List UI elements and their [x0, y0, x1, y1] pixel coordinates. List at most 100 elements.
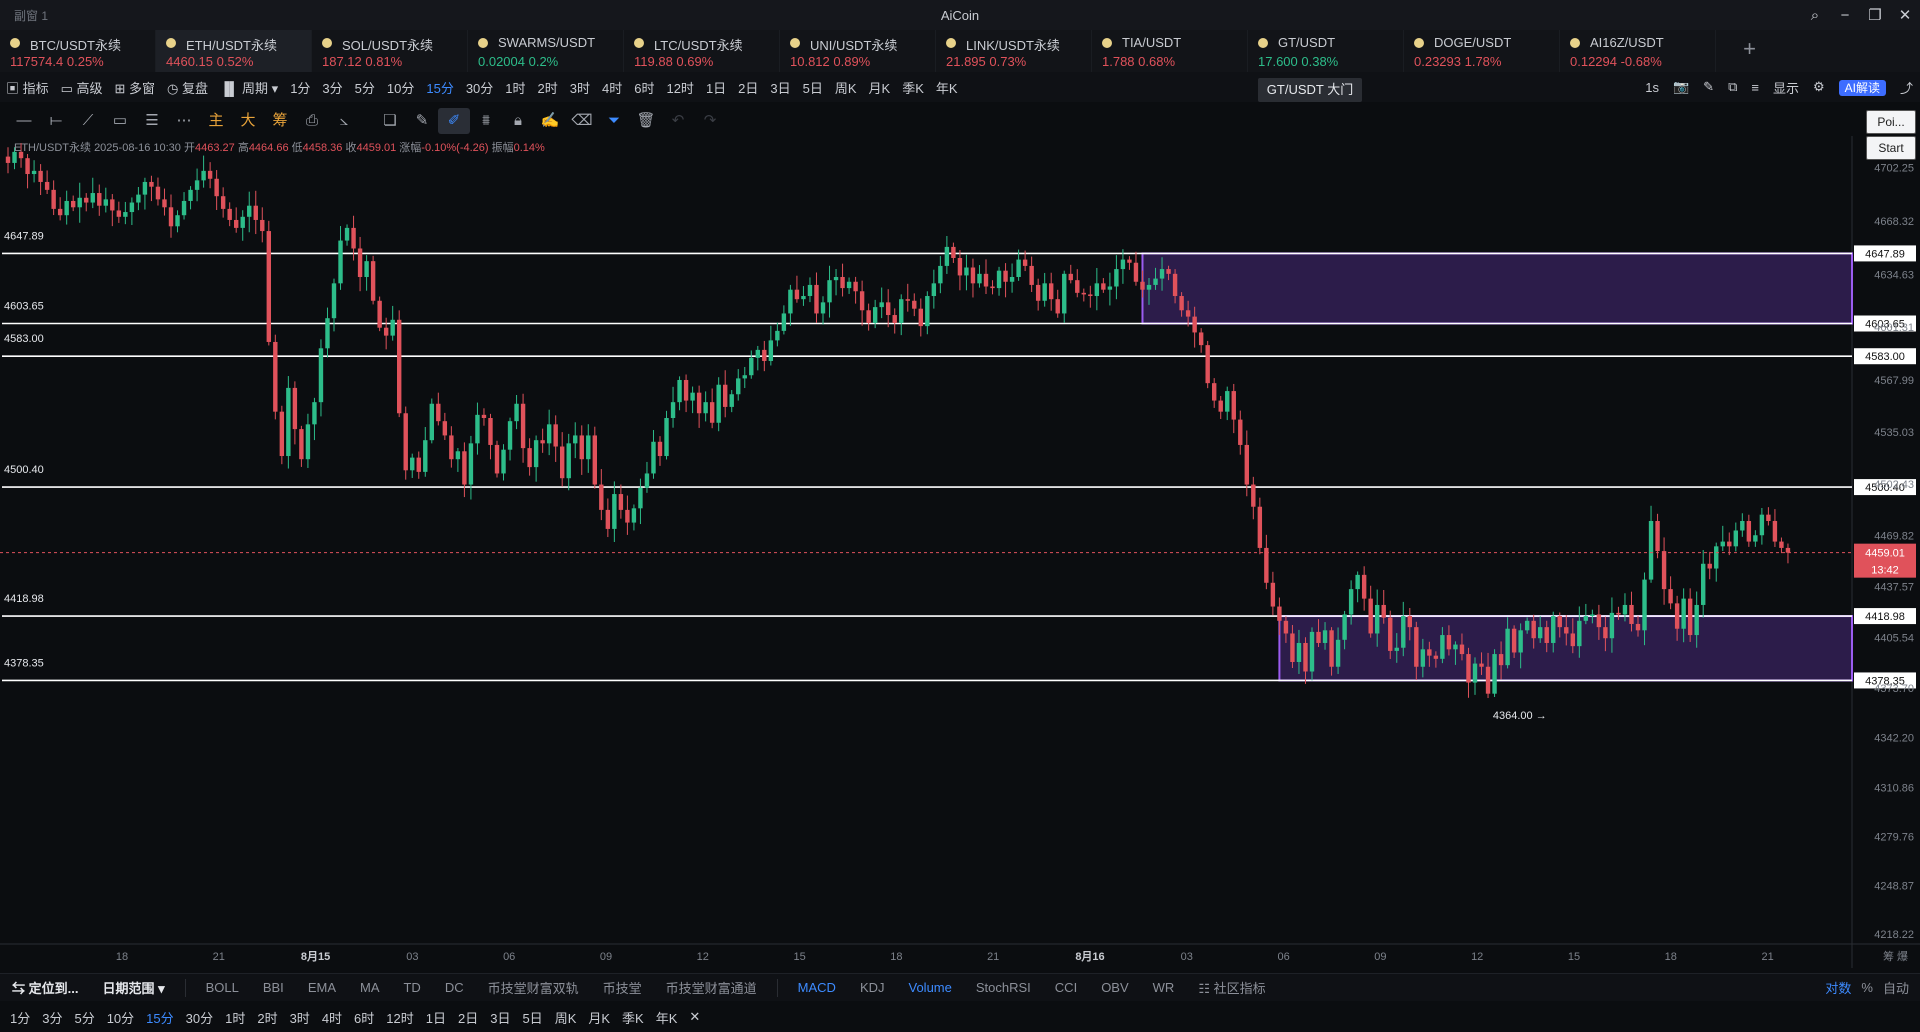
measure-icon[interactable]: ⦣: [328, 108, 360, 134]
multi-window-button[interactable]: ⊞ 多窗: [109, 78, 162, 97]
bottom-timeframe-10分[interactable]: 10分: [101, 1008, 140, 1027]
bottom-timeframe-3分[interactable]: 3分: [36, 1008, 68, 1027]
bottom-timeframe-季K[interactable]: 季K: [616, 1008, 650, 1027]
more-icon[interactable]: ⋯: [168, 108, 200, 134]
bottom-timeframe-3日[interactable]: 3日: [484, 1008, 516, 1027]
close-icon[interactable]: ✕: [1890, 6, 1920, 24]
timeframe-月K[interactable]: 月K: [863, 78, 897, 97]
indicator-币技堂财富通道[interactable]: 币技堂财富通道: [654, 978, 769, 997]
timeframe-10分[interactable]: 10分: [381, 78, 420, 97]
symbol-tab[interactable]: UNI/USDT永续 10.812 0.89%: [780, 30, 936, 72]
highlighter-icon[interactable]: ✐: [438, 108, 470, 134]
symbol-tab[interactable]: SOL/USDT永续 187.12 0.81%: [312, 30, 468, 72]
indicator-CCI[interactable]: CCI: [1043, 980, 1089, 995]
horizontal-line-icon[interactable]: —: [8, 108, 40, 134]
indicator-币技堂[interactable]: 币技堂: [591, 978, 654, 997]
date-range-button[interactable]: 日期范围 ▾: [90, 978, 176, 997]
scale-%[interactable]: %: [1856, 980, 1878, 995]
large-toggle[interactable]: 大: [232, 108, 264, 134]
bottom-timeframe-月K[interactable]: 月K: [582, 1008, 616, 1027]
compare-icon[interactable]: ⩩: [470, 108, 502, 134]
snapshot-icon[interactable]: ⎙: [296, 108, 328, 134]
symbol-tab[interactable]: LTC/USDT永续 119.88 0.69%: [624, 30, 780, 72]
ai-interpret-button[interactable]: AI解读: [1838, 79, 1886, 96]
redo-icon[interactable]: ↷: [694, 108, 726, 134]
copy-icon[interactable]: ❏: [374, 108, 406, 134]
ray-line-icon[interactable]: ⟝: [40, 108, 72, 134]
locate-button[interactable]: ⇆ 定位到...: [0, 978, 90, 997]
symbol-tab[interactable]: LINK/USDT永续 21.895 0.73%: [936, 30, 1092, 72]
ruler-icon[interactable]: ▭: [104, 108, 136, 134]
timeframe-1日[interactable]: 1日: [700, 78, 732, 97]
timeframe-2时[interactable]: 2时: [532, 78, 564, 97]
share-icon[interactable]: ⤴: [1893, 78, 1920, 97]
indicator-KDJ[interactable]: KDJ: [848, 980, 897, 995]
scale-自动[interactable]: 自动: [1878, 978, 1914, 997]
search-icon[interactable]: ⌕: [1800, 7, 1830, 24]
chip-toggle[interactable]: 筹: [264, 108, 296, 134]
symbol-tab[interactable]: GT/USDT 17.600 0.38%: [1248, 30, 1404, 72]
symbol-tab[interactable]: ETH/USDT永续 4460.15 0.52%: [156, 30, 312, 72]
indicator-BOLL[interactable]: BOLL: [194, 980, 251, 995]
symbol-tab[interactable]: SWARMS/USDT 0.02004 0.2%: [468, 30, 624, 72]
list-icon[interactable]: ≡: [1744, 80, 1766, 95]
indicator-币技堂财富双轨[interactable]: 币技堂财富双轨: [476, 978, 591, 997]
bottom-timeframe-5分[interactable]: 5分: [68, 1008, 100, 1027]
bottom-timeframe-2日[interactable]: 2日: [452, 1008, 484, 1027]
price-chart[interactable]: 4647.894647.894603.654603.654583.004583.…: [0, 136, 1920, 968]
add-tab-button[interactable]: +: [1743, 36, 1756, 62]
timeframe-1时[interactable]: 1时: [499, 78, 531, 97]
interval-1s[interactable]: 1s: [1638, 80, 1666, 95]
bottom-timeframe-15分[interactable]: 15分: [140, 1008, 179, 1027]
replay-button[interactable]: ◷ 复盘: [161, 78, 214, 97]
window-icon[interactable]: ⧉: [1721, 79, 1744, 95]
indicator-TD[interactable]: TD: [391, 980, 432, 995]
bottom-timeframe-5日[interactable]: 5日: [516, 1008, 548, 1027]
edit-icon[interactable]: ✍: [534, 108, 566, 134]
indicator-StochRSI[interactable]: StochRSI: [964, 980, 1043, 995]
timeframe-5分[interactable]: 5分: [349, 78, 381, 97]
minimize-icon[interactable]: −: [1830, 7, 1860, 24]
indicator-社区指标[interactable]: ☷ 社区指标: [1186, 978, 1277, 997]
eraser-icon[interactable]: ⌫: [566, 108, 598, 134]
bottom-timeframe-周K[interactable]: 周K: [549, 1008, 583, 1027]
symbol-tab[interactable]: AI16Z/USDT 0.12294 -0.68%: [1560, 30, 1716, 72]
timeframe-5日[interactable]: 5日: [797, 78, 829, 97]
timeframe-4时[interactable]: 4时: [596, 78, 628, 97]
symbol-tab[interactable]: BTC/USDT永续 117574.4 0.25%: [0, 30, 156, 72]
timeframe-6时[interactable]: 6时: [628, 78, 660, 97]
bottom-timeframe-3时[interactable]: 3时: [284, 1008, 316, 1027]
trend-line-icon[interactable]: ⟋: [72, 108, 104, 134]
indicator-Volume[interactable]: Volume: [897, 980, 964, 995]
timeframe-周K[interactable]: 周K: [829, 78, 863, 97]
camera-icon[interactable]: 📷: [1666, 79, 1696, 95]
symbol-tab[interactable]: DOGE/USDT 0.23293 1.78%: [1404, 30, 1560, 72]
bottom-timeframe-6时[interactable]: 6时: [348, 1008, 380, 1027]
bottom-timeframe-1分[interactable]: 1分: [4, 1008, 36, 1027]
indicator-EMA[interactable]: EMA: [296, 980, 348, 995]
bottom-timeframe-2时[interactable]: 2时: [251, 1008, 283, 1027]
timeframe-2日[interactable]: 2日: [732, 78, 764, 97]
scale-对数[interactable]: 对数: [1820, 978, 1856, 997]
indicators-button[interactable]: ▣ 指标: [0, 78, 55, 97]
bottom-timeframe-1时[interactable]: 1时: [219, 1008, 251, 1027]
pencil-icon[interactable]: ✎: [406, 108, 438, 134]
timeframe-12时[interactable]: 12时: [660, 78, 699, 97]
lock-icon[interactable]: 🔒︎: [502, 108, 534, 134]
draw-icon[interactable]: ✎: [1696, 79, 1721, 95]
timeframe-30分[interactable]: 30分: [460, 78, 499, 97]
indicator-OBV[interactable]: OBV: [1089, 980, 1140, 995]
indicator-MA[interactable]: MA: [348, 980, 392, 995]
main-toggle[interactable]: 主: [200, 108, 232, 134]
symbol-tab[interactable]: TIA/USDT 1.788 0.68%: [1092, 30, 1248, 72]
settings-icon[interactable]: ⚙: [1806, 79, 1832, 95]
poi-button[interactable]: Poi...: [1866, 110, 1916, 134]
trash-icon[interactable]: 🗑︎: [630, 108, 662, 134]
filter-icon[interactable]: ⏷: [598, 108, 630, 134]
indicator-BBI[interactable]: BBI: [251, 980, 296, 995]
indicator-MACD[interactable]: MACD: [786, 980, 848, 995]
timeframe-3日[interactable]: 3日: [764, 78, 796, 97]
close-bottom-bar-icon[interactable]: ✕: [683, 1009, 706, 1025]
timeframe-15分[interactable]: 15分: [420, 78, 459, 97]
parallel-channel-icon[interactable]: ☰: [136, 108, 168, 134]
